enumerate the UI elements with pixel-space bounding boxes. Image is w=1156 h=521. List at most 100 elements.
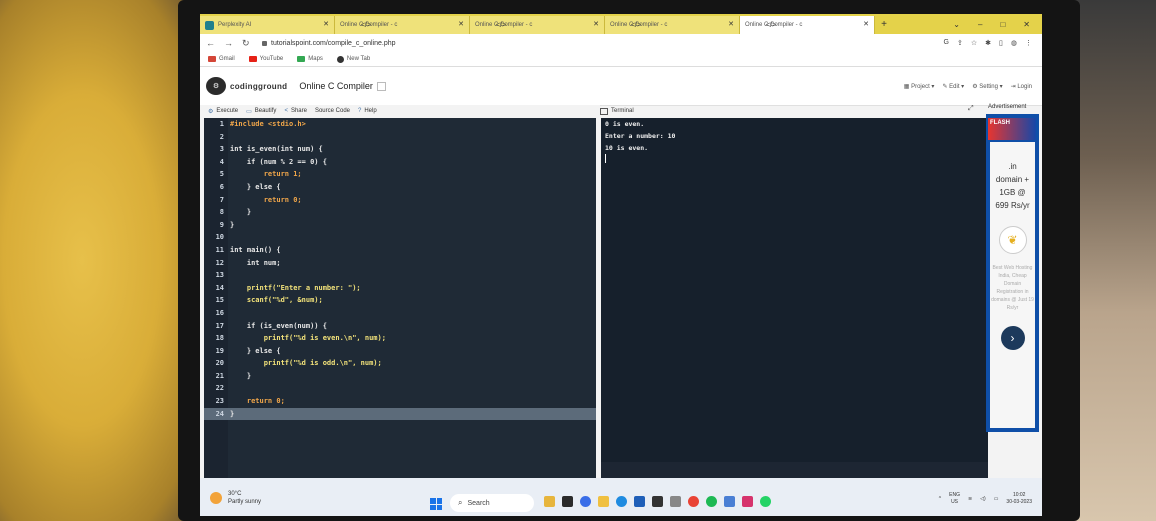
browser-tab-bar: Perplexity AI ✕ </> Online C Compiler - … xyxy=(200,14,1042,34)
code-line[interactable]: 17 if (is_even(num)) { xyxy=(204,320,596,333)
close-tab-icon[interactable]: ✕ xyxy=(863,20,869,28)
browser-tab-compiler[interactable]: </> Online C Compiler - c ✕ xyxy=(335,16,470,34)
menu-login[interactable]: ⇥ Login xyxy=(1011,83,1032,90)
close-tab-icon[interactable]: ✕ xyxy=(728,20,734,28)
execute-button[interactable]: ⚙ Execute xyxy=(208,108,238,115)
lock-icon xyxy=(262,40,267,46)
share-icon[interactable]: ⇪ xyxy=(957,39,963,47)
help-button[interactable]: ? Help xyxy=(358,108,377,114)
back-arrow-icon[interactable]: ← xyxy=(206,38,218,48)
task-view-icon[interactable] xyxy=(562,496,573,507)
chevron-down-icon[interactable]: ⌄ xyxy=(953,20,960,29)
profile-icon[interactable]: ◍ xyxy=(1011,39,1017,47)
code-line[interactable]: 15 scanf("%d", &num); xyxy=(204,294,596,307)
bookmark-label: YouTube xyxy=(259,56,284,62)
clock[interactable]: 10:02 30-03-2023 xyxy=(1006,492,1032,506)
browser-tab-compiler[interactable]: </> Online C Compiler - c ✕ xyxy=(470,16,605,34)
close-window-icon[interactable]: ✕ xyxy=(1023,20,1030,29)
language-indicator[interactable]: ENG US xyxy=(949,492,960,506)
advertisement-banner[interactable]: FLASH .in domain + 1GB @ 699 Rs/yr ❦ Bes… xyxy=(986,114,1039,432)
gmail-icon xyxy=(208,56,216,62)
maximize-icon[interactable]: □ xyxy=(1000,20,1005,29)
code-line[interactable]: 24} xyxy=(204,407,596,421)
time-text: 10:02 xyxy=(1012,492,1026,498)
code-line[interactable]: 7 return 0; xyxy=(204,194,596,207)
forward-arrow-icon[interactable]: → xyxy=(224,38,236,48)
browser-tab-compiler[interactable]: </> Online C Compiler - c ✕ xyxy=(605,16,740,34)
code-line[interactable]: 13 xyxy=(204,269,596,282)
code-line[interactable]: 1 #include <stdio.h> xyxy=(204,118,596,131)
windows-start-icon[interactable] xyxy=(430,498,442,510)
ad-flash-sale[interactable]: FLASH xyxy=(988,118,1036,140)
file-explorer-icon[interactable] xyxy=(598,496,609,507)
bookmark-gmail[interactable]: Gmail xyxy=(208,56,235,62)
star-icon[interactable]: ☆ xyxy=(971,39,977,47)
minimize-icon[interactable]: – xyxy=(978,20,982,29)
terminal-output[interactable]: 0 is even. Enter a number: 10 10 is even. xyxy=(601,118,988,462)
source-code-button[interactable]: Source Code xyxy=(315,108,350,114)
weather-widget[interactable]: 30°C Partly sunny xyxy=(210,490,261,506)
chat-icon[interactable] xyxy=(580,496,591,507)
settings-icon[interactable] xyxy=(670,496,681,507)
bookmark-youtube[interactable]: YouTube xyxy=(248,56,284,62)
app-icon[interactable] xyxy=(652,496,663,507)
spotify-icon[interactable] xyxy=(706,496,717,507)
volume-icon[interactable]: ◁) xyxy=(980,496,986,502)
code-line[interactable]: 5 return 1; xyxy=(204,168,596,181)
chrome-icon[interactable] xyxy=(688,496,699,507)
chevron-right-icon[interactable]: › xyxy=(1000,326,1025,350)
code-line[interactable]: 4 if (num % 2 == 0) { xyxy=(204,156,596,169)
edge-icon[interactable] xyxy=(616,496,627,507)
instagram-icon[interactable] xyxy=(742,496,753,507)
code-line[interactable]: 23 return 0; xyxy=(204,395,596,408)
store-icon[interactable] xyxy=(634,496,645,507)
sidebar-icon[interactable]: ▯ xyxy=(999,39,1003,47)
code-line[interactable]: 2 xyxy=(204,131,596,144)
code-line[interactable]: 20 printf("%d is odd.\n", num); xyxy=(204,357,596,370)
close-tab-icon[interactable]: ✕ xyxy=(593,20,599,28)
bookmark-newtab[interactable]: New Tab xyxy=(336,55,370,63)
code-line[interactable]: 10 xyxy=(204,231,596,244)
beautify-icon: ▭ xyxy=(246,108,252,115)
battery-icon[interactable]: ▭ xyxy=(994,496,999,502)
whatsapp-icon[interactable] xyxy=(760,496,771,507)
edit-title-icon[interactable] xyxy=(376,81,386,91)
code-line[interactable]: 21 } xyxy=(204,370,596,383)
code-line[interactable]: 9} xyxy=(204,219,596,232)
code-editor[interactable]: 1 #include <stdio.h> 2 3 int is_even(int num… xyxy=(204,118,596,478)
code-line[interactable]: 22 xyxy=(204,382,596,395)
browser-tab-perplexity[interactable]: Perplexity AI ✕ xyxy=(200,16,335,34)
code-line[interactable]: 14 printf("Enter a number: "); xyxy=(204,282,596,295)
widgets-icon[interactable] xyxy=(544,496,555,507)
menu-icon[interactable]: ⋮ xyxy=(1025,39,1032,47)
notepad-icon[interactable] xyxy=(724,496,735,507)
code-line[interactable]: 19 } else { xyxy=(204,345,596,358)
code-line[interactable]: 8 } xyxy=(204,206,596,219)
extension-icon[interactable]: ✱ xyxy=(985,39,991,47)
menu-project[interactable]: ▦ Project ▾ xyxy=(904,83,935,90)
chevron-up-icon[interactable]: ^ xyxy=(939,496,941,502)
google-icon[interactable]: G xyxy=(944,39,949,47)
code-line[interactable]: 6 } else { xyxy=(204,181,596,194)
code-line[interactable]: 16 xyxy=(204,307,596,320)
taskbar-search[interactable]: ⌕ Search xyxy=(450,494,534,512)
share-button[interactable]: < Share xyxy=(284,108,307,114)
menu-setting[interactable]: ⚙ Setting ▾ xyxy=(972,83,1002,90)
menu-edit[interactable]: ✎ Edit ▾ xyxy=(942,83,964,90)
code-line[interactable]: 18 printf("%d is even.\n", num); xyxy=(204,332,596,345)
browser-tab-compiler-active[interactable]: </> Online C Compiler - c ✕ xyxy=(740,16,875,34)
code-line[interactable]: 12 int num; xyxy=(204,257,596,270)
bookmark-maps[interactable]: Maps xyxy=(297,56,323,62)
url-field[interactable]: tutorialspoint.com/compile_c_online.php xyxy=(262,40,396,47)
reload-icon[interactable]: ↻ xyxy=(242,38,254,49)
code-line[interactable]: 11 int main() { xyxy=(204,244,596,257)
close-tab-icon[interactable]: ✕ xyxy=(458,20,464,28)
codingground-logo[interactable]: ⚙ xyxy=(206,77,226,95)
beautify-button[interactable]: ▭ Beautify xyxy=(246,108,276,115)
expand-icon[interactable]: ⤢ xyxy=(968,105,974,113)
wifi-icon[interactable]: ≋ xyxy=(968,496,972,502)
ad-line: domain + xyxy=(995,175,1030,184)
close-tab-icon[interactable]: ✕ xyxy=(323,20,329,28)
code-line[interactable]: 3 int is_even(int num) { xyxy=(204,143,596,156)
new-tab-button[interactable]: + xyxy=(875,14,893,34)
